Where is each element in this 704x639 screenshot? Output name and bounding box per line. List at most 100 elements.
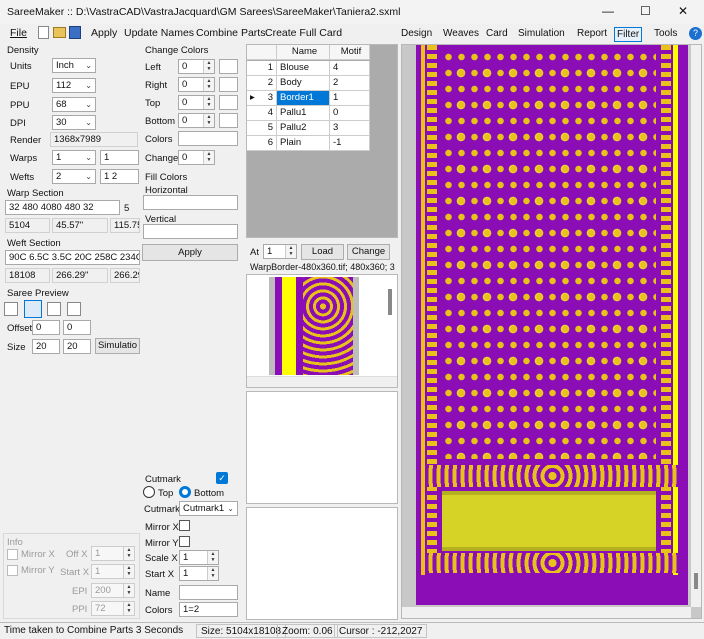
top-spinner[interactable]: 0 ▲ ▼ (178, 95, 215, 110)
cutmark-select[interactable]: Cutmark1 ⌄ (179, 501, 238, 516)
offset-y-input[interactable]: 0 (63, 320, 91, 335)
apply-colors-button[interactable]: Apply (142, 244, 238, 261)
info-start-x-spinner[interactable]: 1 ▲ ▼ (91, 564, 135, 579)
spin-arrows-icon[interactable]: ▲ ▼ (123, 602, 134, 615)
open-folder-icon[interactable] (53, 27, 66, 38)
change-spinner[interactable]: 0 ▲ ▼ (178, 150, 215, 165)
wefts-select[interactable]: 2 ⌄ (52, 169, 96, 184)
table-row[interactable]: 6 Plain -1 (247, 136, 374, 151)
info-mirror-y-checkbox[interactable] (7, 565, 18, 576)
part-motif-cell[interactable]: 4 (330, 61, 370, 76)
preview-layout-1-icon[interactable] (4, 302, 18, 316)
right-spinner[interactable]: 0 ▲ ▼ (178, 77, 215, 92)
epi-spinner[interactable]: 200 ▲ ▼ (91, 583, 135, 598)
spin-arrows-icon[interactable]: ▲ ▼ (123, 584, 134, 597)
part-motif-cell[interactable]: 1 (330, 91, 370, 106)
horizontal-input[interactable] (143, 195, 238, 210)
part-motif-cell[interactable]: -1 (330, 136, 370, 151)
part-name-cell[interactable]: Pallu2 (277, 121, 330, 136)
table-row[interactable]: 5 Pallu2 3 (247, 121, 374, 136)
colors-input[interactable] (178, 131, 238, 146)
part-name-cell[interactable]: Pallu1 (277, 106, 330, 121)
at-spinner[interactable]: 1 ▲ ▼ (263, 244, 297, 259)
warps-select[interactable]: 1 ⌄ (52, 150, 96, 165)
mirror-x-checkbox[interactable] (179, 520, 190, 531)
tab-filter[interactable]: Filter (614, 27, 643, 42)
canvas-vscrollbar[interactable] (691, 45, 701, 607)
spin-arrows-icon[interactable]: ▲ ▼ (203, 60, 214, 73)
preview-layout-4-icon[interactable] (67, 302, 81, 316)
warp-sequence-input[interactable]: 32 480 4080 480 32 (5, 200, 120, 215)
save-icon[interactable] (69, 26, 81, 39)
tab-report[interactable]: Report (577, 27, 607, 42)
info-mirror-x-checkbox[interactable] (7, 549, 18, 560)
load-button[interactable]: Load (301, 244, 344, 260)
part-name-cell[interactable]: Border1 (277, 91, 330, 106)
ppi-spinner[interactable]: 72 ▲ ▼ (91, 601, 135, 616)
offset-x-input[interactable]: 0 (32, 320, 60, 335)
new-file-icon[interactable] (38, 26, 49, 39)
part-motif-cell[interactable]: 2 (330, 76, 370, 91)
maximize-button[interactable]: ☐ (640, 4, 651, 18)
units-select[interactable]: Inch ⌄ (52, 58, 96, 73)
motif-hscrollbar[interactable] (247, 376, 397, 387)
tab-simulation[interactable]: Simulation (518, 27, 565, 42)
tab-weaves[interactable]: Weaves (443, 27, 479, 42)
tab-card[interactable]: Card (486, 27, 508, 42)
bottom-radio[interactable] (179, 486, 191, 498)
part-name-cell[interactable]: Plain (277, 136, 330, 151)
start-x-spinner[interactable]: 1 ▲ ▼ (179, 566, 219, 581)
epu-select[interactable]: 112 ⌄ (52, 78, 96, 93)
spin-arrows-icon[interactable]: ▲ ▼ (203, 96, 214, 109)
preview-layout-2-icon[interactable] (24, 300, 42, 318)
menu-create-full-card[interactable]: Create Full Card (265, 27, 342, 39)
spin-arrows-icon[interactable]: ▲ ▼ (207, 567, 218, 580)
minimize-button[interactable]: — (602, 4, 614, 18)
size-x-input[interactable]: 20 (32, 339, 60, 354)
cutmark-colors-input[interactable]: 1=2 (179, 602, 238, 617)
simulation-button[interactable]: Simulatio (95, 338, 140, 354)
wefts-sequence-input[interactable]: 1 2 (100, 169, 139, 184)
spin-arrows-icon[interactable]: ▲ ▼ (123, 565, 134, 578)
menu-apply[interactable]: Apply (91, 27, 117, 39)
part-motif-cell[interactable]: 0 (330, 106, 370, 121)
mirror-y-checkbox[interactable] (179, 536, 190, 547)
off-x-spinner[interactable]: 1 ▲ ▼ (91, 546, 135, 561)
part-motif-cell[interactable]: 3 (330, 121, 370, 136)
spin-arrows-icon[interactable]: ▲ ▼ (123, 547, 134, 560)
top-color-swatch[interactable] (219, 95, 238, 110)
menu-combine-parts[interactable]: Combine Parts (196, 27, 265, 39)
ppu-select[interactable]: 68 ⌄ (52, 97, 96, 112)
dpi-select[interactable]: 30 ⌄ (52, 115, 96, 130)
warps-sequence-input[interactable]: 1 (100, 150, 139, 165)
design-canvas[interactable] (401, 44, 702, 619)
part-name-cell[interactable]: Body (277, 76, 330, 91)
preview-layout-3-icon[interactable] (47, 302, 61, 316)
part-name-cell[interactable]: Blouse (277, 61, 330, 76)
spin-arrows-icon[interactable]: ▲ ▼ (203, 151, 214, 164)
left-spinner[interactable]: 0 ▲ ▼ (178, 59, 215, 74)
bottom-color-swatch[interactable] (219, 113, 238, 128)
tab-tools[interactable]: Tools (654, 27, 677, 42)
spin-arrows-icon[interactable]: ▲ ▼ (285, 245, 296, 258)
top-radio[interactable] (143, 486, 155, 498)
size-y-input[interactable]: 20 (63, 339, 91, 354)
close-button[interactable]: ✕ (678, 4, 688, 18)
table-row[interactable]: 2 Body 2 (247, 76, 374, 91)
tab-design[interactable]: Design (401, 27, 432, 42)
bottom-spinner[interactable]: 0 ▲ ▼ (178, 113, 215, 128)
name-input[interactable] (179, 585, 238, 600)
motif-scrollbar-thumb[interactable] (388, 289, 392, 315)
weft-sequence-input[interactable]: 90C 6.5C 3.5C 20C 258C 234C 10 (5, 250, 140, 265)
menu-file[interactable]: File (10, 27, 27, 39)
menu-update-names[interactable]: Update Names (124, 27, 194, 39)
canvas-hscrollbar[interactable] (402, 607, 691, 618)
left-color-swatch[interactable] (219, 59, 238, 74)
vertical-input[interactable] (143, 224, 238, 239)
right-color-swatch[interactable] (219, 77, 238, 92)
spin-arrows-icon[interactable]: ▲ ▼ (203, 78, 214, 91)
help-icon[interactable]: ? (689, 27, 702, 40)
spin-arrows-icon[interactable]: ▲ ▼ (207, 551, 218, 564)
table-row-selected[interactable]: ▸ 3 Border1 1 (247, 91, 374, 106)
scale-x-spinner[interactable]: 1 ▲ ▼ (179, 550, 219, 565)
